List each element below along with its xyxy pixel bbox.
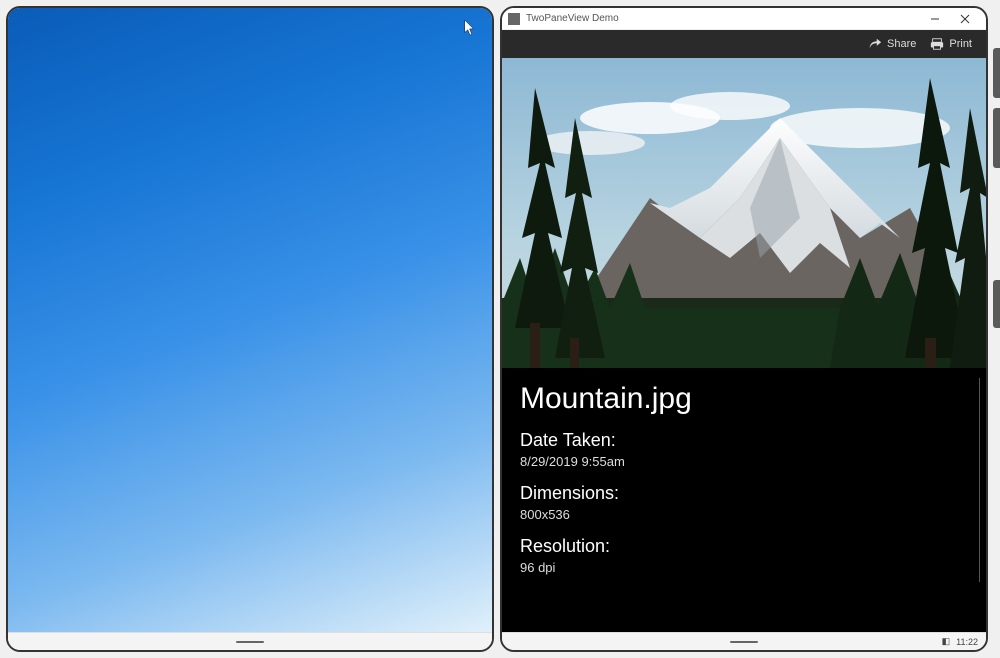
taskbar-clock[interactable]: 11:22 bbox=[956, 637, 978, 647]
print-button[interactable]: Print bbox=[930, 37, 972, 51]
date-taken-value: 8/29/2019 9:55am bbox=[520, 454, 968, 469]
resolution-label: Resolution: bbox=[520, 536, 968, 557]
mountain-image bbox=[502, 58, 986, 368]
close-button[interactable] bbox=[950, 8, 980, 30]
dimensions-value: 800x536 bbox=[520, 507, 968, 522]
date-taken-label: Date Taken: bbox=[520, 430, 968, 451]
scrollbar[interactable] bbox=[979, 378, 980, 582]
device-side-tab bbox=[993, 48, 1000, 98]
device-side-tab bbox=[993, 280, 1000, 328]
app-body: Share Print bbox=[502, 30, 986, 632]
taskbar-handle bbox=[236, 641, 264, 643]
share-icon bbox=[868, 37, 882, 51]
left-device-pane bbox=[6, 6, 494, 652]
toolbar: Share Print bbox=[502, 30, 986, 58]
mouse-cursor-icon bbox=[464, 20, 476, 36]
details-panel[interactable]: Mountain.jpg Date Taken: 8/29/2019 9:55a… bbox=[502, 368, 986, 632]
content-area: Mountain.jpg Date Taken: 8/29/2019 9:55a… bbox=[502, 58, 986, 632]
meta-resolution: Resolution: 96 dpi bbox=[520, 536, 968, 575]
resolution-value: 96 dpi bbox=[520, 560, 968, 575]
share-label: Share bbox=[887, 38, 916, 50]
device-side-tab bbox=[993, 108, 1000, 168]
meta-date: Date Taken: 8/29/2019 9:55am bbox=[520, 430, 968, 469]
taskbar-handle-right bbox=[730, 641, 758, 643]
image-preview[interactable] bbox=[502, 58, 986, 368]
taskbar-right[interactable]: ◧ 11:22 bbox=[502, 632, 986, 650]
window-title: TwoPaneView Demo bbox=[526, 13, 920, 24]
share-button[interactable]: Share bbox=[868, 37, 916, 51]
desktop-background[interactable] bbox=[8, 8, 492, 632]
meta-dimensions: Dimensions: 800x536 bbox=[520, 483, 968, 522]
taskbar-left[interactable] bbox=[8, 632, 492, 650]
print-icon bbox=[930, 37, 944, 51]
right-device-pane: TwoPaneView Demo Share Print bbox=[500, 6, 988, 652]
dimensions-label: Dimensions: bbox=[520, 483, 968, 504]
tray-icon[interactable]: ◧ bbox=[942, 636, 951, 647]
minimize-button[interactable] bbox=[920, 8, 950, 30]
app-icon bbox=[508, 13, 520, 25]
window-titlebar: TwoPaneView Demo bbox=[502, 8, 986, 30]
print-label: Print bbox=[949, 38, 972, 50]
file-name: Mountain.jpg bbox=[520, 382, 968, 416]
